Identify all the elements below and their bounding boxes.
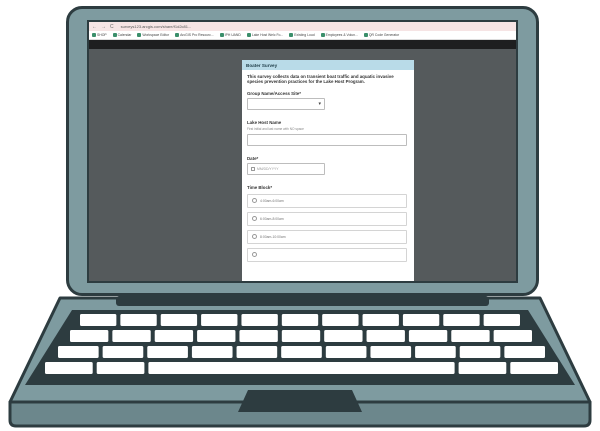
keyboard-key — [281, 346, 322, 358]
keyboard-key — [112, 330, 151, 342]
keyboard-key — [236, 346, 278, 358]
form-title: Boater Survey — [242, 60, 414, 70]
keyboard-key — [504, 346, 545, 358]
keyboard-key — [459, 346, 501, 358]
timeblock-option[interactable] — [247, 247, 407, 262]
bookmark-icon — [137, 33, 142, 37]
page-top-bar — [89, 40, 516, 49]
bookmark-icon — [92, 33, 96, 37]
host-name-input[interactable] — [247, 133, 407, 146]
host-hint: First initial and last name with NO spac… — [247, 126, 304, 131]
radio-icon[interactable] — [252, 252, 257, 258]
timeblock-label: Time Block* — [247, 184, 273, 190]
bookmark-icon — [175, 33, 180, 37]
keyboard-key — [58, 346, 99, 358]
bookmark-item[interactable]: Lake Host Welc Fo... — [246, 33, 283, 37]
date-label: Date* — [247, 155, 259, 161]
keyboard-key — [154, 330, 194, 342]
radio-icon[interactable] — [252, 234, 257, 240]
bookmark-item[interactable]: Calendar — [112, 33, 131, 37]
bookmark-item[interactable]: ArcGIS Pro Resourc... — [175, 33, 214, 37]
spacebar-key — [190, 362, 420, 374]
keyboard-key — [197, 330, 236, 342]
keyboard-key — [483, 314, 520, 326]
keyboard-key — [458, 362, 507, 374]
bookmark-item[interactable]: IPH UAND — [219, 33, 241, 37]
bookmark-item[interactable]: Employees & Volun... — [320, 33, 358, 37]
keyboard-key — [147, 346, 188, 358]
host-label: Lake Host Name — [247, 119, 282, 125]
bookmark-item[interactable]: Existing Loud — [289, 33, 315, 37]
keyboard-key — [191, 346, 233, 358]
bookmark-icon — [363, 33, 368, 37]
group-select[interactable]: ▾ — [247, 97, 325, 110]
date-input[interactable]: MM/DD/YYYY — [247, 162, 325, 175]
keyboard-key — [493, 330, 532, 342]
keyboard-key — [322, 314, 359, 326]
keyboard-key — [510, 362, 558, 374]
keyboard-key — [281, 330, 321, 342]
dropdown-arrow-icon: ▾ — [318, 100, 321, 107]
back-icon[interactable]: ← — [92, 24, 97, 30]
keyboard-key — [239, 330, 278, 342]
address-bar[interactable]: ← → C surveys123.arcgis.com/share/f1d2c8… — [89, 22, 516, 31]
keyboard-key — [148, 362, 197, 374]
timeblock-option[interactable]: 4:00am-6:00am — [247, 193, 407, 208]
keyboard-key — [80, 314, 117, 326]
keyboard-key — [366, 330, 405, 342]
keyboard-key — [160, 314, 198, 326]
timeblock-option[interactable]: 8:00am-10:00am — [247, 229, 407, 244]
bookmark-item[interactable]: Workspace Editor — [137, 33, 169, 37]
keyboard-key — [70, 330, 109, 342]
keyboard-key — [402, 314, 440, 326]
url-text[interactable]: surveys123.arcgis.com/share/f1d2c81... — [121, 24, 192, 29]
keyboard-key — [241, 314, 278, 326]
survey-form: Boater Survey This survey collects data … — [242, 60, 414, 281]
keyboard-key — [281, 314, 319, 326]
keyboard-key — [201, 314, 238, 326]
keyboard-key — [120, 314, 157, 326]
bookmark-item[interactable]: SHOP — [92, 33, 107, 37]
bookmark-item[interactable]: QR Code Generator — [363, 33, 399, 37]
keyboard-key — [415, 346, 456, 358]
keyboard-key — [370, 346, 412, 358]
laptop-hinge — [116, 296, 489, 306]
keyboard-key — [324, 330, 363, 342]
bookmark-icon — [246, 33, 251, 37]
keyboard-key — [362, 314, 399, 326]
radio-icon[interactable] — [252, 216, 257, 222]
keyboard-key — [96, 362, 145, 374]
bookmark-icon — [112, 33, 117, 37]
bookmarks-bar: SHOP Calendar Workspace Editor ArcGIS Pr… — [89, 31, 516, 40]
radio-icon[interactable] — [252, 198, 257, 204]
forward-icon[interactable]: → — [101, 24, 106, 30]
keyboard-key — [451, 330, 490, 342]
timeblock-option[interactable]: 6:00am-8:00am — [247, 211, 407, 226]
form-description: This survey collects data on transient b… — [247, 74, 394, 85]
keyboard-key — [45, 362, 93, 374]
reload-icon[interactable]: C — [110, 24, 114, 30]
keyboard-key — [102, 346, 144, 358]
keyboard-key — [443, 314, 480, 326]
calendar-icon — [251, 166, 255, 171]
laptop-screen: ← → C surveys123.arcgis.com/share/f1d2c8… — [87, 20, 518, 283]
group-label: Group Name/Access Site* — [247, 90, 301, 96]
bookmark-icon — [320, 33, 325, 37]
bookmark-icon — [289, 33, 294, 37]
keyboard-key — [408, 330, 448, 342]
keyboard-key — [325, 346, 367, 358]
bookmark-icon — [219, 33, 224, 37]
